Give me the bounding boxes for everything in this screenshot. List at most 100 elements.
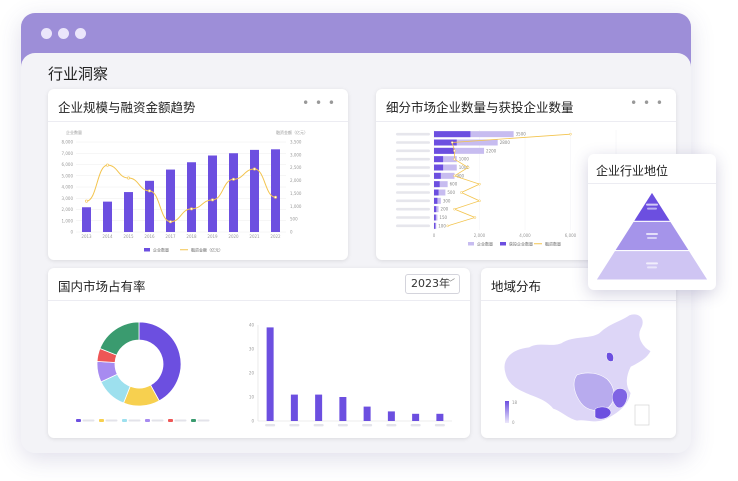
card-industry-position: 企业行业地位 xyxy=(588,154,716,290)
card-title: 国内市场占有率 xyxy=(58,279,146,294)
bar xyxy=(434,222,436,229)
data-label: 500 xyxy=(447,190,455,195)
bar xyxy=(250,149,259,232)
line-point xyxy=(473,216,477,219)
south-sea-inset xyxy=(634,404,650,426)
data-label: 600 xyxy=(450,182,458,187)
pyramid-label-placeholder xyxy=(646,233,658,235)
bar xyxy=(434,156,444,163)
line-point xyxy=(211,198,215,202)
line-point xyxy=(460,191,463,194)
y2-tick-label: 1,500 xyxy=(290,191,302,196)
more-horizontal-icon[interactable]: • • • xyxy=(630,96,664,110)
year-select[interactable]: 2023年 ﹀ xyxy=(405,274,460,294)
series-line xyxy=(86,164,276,223)
pyramid-level xyxy=(613,220,691,252)
x-tick-label: 2020 xyxy=(228,234,239,239)
more-horizontal-icon[interactable]: • • • xyxy=(302,96,336,110)
x-tick-label: 2017 xyxy=(165,234,176,239)
x-tick-label: 2018 xyxy=(186,234,197,239)
bar xyxy=(412,413,420,421)
window-dot-maximize[interactable] xyxy=(75,28,86,39)
bar xyxy=(434,147,455,154)
legend-label-placeholder xyxy=(82,419,95,422)
position-pyramid xyxy=(595,191,709,281)
card-market-share: 国内市场占有率 2023年 ﹀ 0 10 20 30 40 xyxy=(48,268,470,438)
x-tick-label-placeholder xyxy=(313,424,324,427)
category-label-placeholder xyxy=(396,207,430,211)
line-point xyxy=(127,176,131,180)
data-label: 100 xyxy=(438,223,446,228)
x-tick-label: 0 xyxy=(433,233,436,238)
x-tick-label: 2016 xyxy=(144,234,155,239)
card-header: 细分市场企业数量与获投企业数量 • • • xyxy=(376,89,676,122)
y-tick-label: 1,000 xyxy=(62,218,74,223)
line-point xyxy=(453,157,456,161)
x-tick-label: 2015 xyxy=(123,234,134,239)
bar xyxy=(82,207,91,232)
bar xyxy=(266,327,274,421)
card-title: 企业规模与融资金额趋势 xyxy=(58,100,196,115)
pyramid-label-placeholder xyxy=(647,266,657,269)
line-point xyxy=(446,224,449,228)
line-point xyxy=(453,174,456,178)
china-map-shape xyxy=(503,313,652,423)
legend-label: 企业数量 xyxy=(153,247,169,253)
line-point xyxy=(84,199,88,203)
bar xyxy=(229,153,238,232)
bar xyxy=(124,192,133,232)
window-dot-close[interactable] xyxy=(41,28,52,39)
line-point xyxy=(105,163,109,167)
category-label-placeholder xyxy=(396,174,430,178)
line-point xyxy=(453,207,456,211)
category-label-placeholder xyxy=(396,199,430,203)
x-tick-label: 2013 xyxy=(81,234,92,239)
pyramid-label-placeholder xyxy=(647,207,657,210)
category-label-placeholder xyxy=(396,182,430,186)
bar xyxy=(434,131,471,138)
legend-label: 企业数量 xyxy=(477,241,493,247)
y-tick-label: 0 xyxy=(70,230,73,235)
card-region: 地域分布 18 0 xyxy=(481,268,676,438)
legend-swatch xyxy=(191,419,196,422)
x-tick-label: 2021 xyxy=(249,234,260,239)
x-tick-label: 2019 xyxy=(207,234,218,239)
data-label: 150 xyxy=(439,215,447,220)
region-map: 18 0 xyxy=(503,313,652,426)
line-point xyxy=(148,189,152,193)
x-tick-label-placeholder xyxy=(265,424,276,427)
y2-tick-label: 2,500 xyxy=(290,165,302,170)
share-donut-chart xyxy=(76,321,210,422)
category-label-placeholder xyxy=(396,149,430,153)
y-tick-label: 20 xyxy=(249,371,255,376)
pyramid-label-placeholder xyxy=(647,237,657,239)
line-point xyxy=(466,166,470,169)
bar xyxy=(434,197,438,204)
legend-label: 融资数量 xyxy=(545,241,561,247)
legend-label-placeholder xyxy=(105,419,118,422)
line-point xyxy=(450,141,454,144)
x-tick-label: 2014 xyxy=(102,234,113,239)
line-point xyxy=(253,167,257,171)
x-tick-label-placeholder xyxy=(362,424,373,427)
category-label-placeholder xyxy=(396,141,430,144)
bar xyxy=(339,397,347,421)
legend-swatch xyxy=(468,242,474,246)
bar xyxy=(434,214,436,221)
card-title: 企业行业地位 xyxy=(596,164,669,178)
map-legend-bar xyxy=(505,401,509,423)
window-dot-minimize[interactable] xyxy=(58,28,69,39)
y2-tick-label: 1,000 xyxy=(290,204,302,209)
legend-label: 获投企业数量 xyxy=(509,241,533,247)
bar xyxy=(145,180,154,232)
category-label-placeholder xyxy=(396,191,430,194)
y2-tick-label: 3,500 xyxy=(290,140,302,145)
card-scale-trend: 企业规模与融资金额趋势 • • • 企业数量 融资金额（亿元） 0 1,000 2,00… xyxy=(48,89,348,260)
page-title: 行业洞察 xyxy=(48,65,109,83)
x-tick-label: 2,000 xyxy=(474,233,486,238)
category-label-placeholder xyxy=(396,166,430,169)
map-legend-max: 18 xyxy=(512,400,518,405)
bar xyxy=(208,155,217,232)
line-point xyxy=(478,182,481,186)
y-axis-right-label: 融资金额（亿元） xyxy=(276,129,308,135)
